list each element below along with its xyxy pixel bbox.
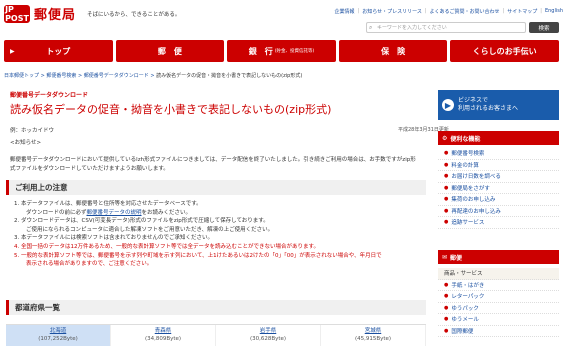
zip-data-description-link[interactable]: 郵便番号データの説明 [87, 210, 142, 216]
note-item: 1. 本データファイルは、郵便番号と住所等を対応させたデータベースです。 [14, 201, 202, 207]
sidebar-subheading-products[interactable]: 商品・サービス [438, 268, 559, 280]
top-link-english[interactable]: English [545, 8, 563, 15]
nav-item-top[interactable]: ▶ トップ [4, 40, 113, 62]
breadcrumb: 日本郵便トップ > 郵便番号検索 > 郵便番号データダウンロード > 読み仮名デ… [4, 73, 303, 79]
logo-text: 郵便局 [34, 8, 77, 23]
example-text: 例：ホッカイドウ [10, 128, 55, 134]
bullet-icon: ● [444, 207, 449, 214]
sidebar-tools-list: ● 郵便番号検索 ● 料金の計算 ● お届け日数を調べる ● 郵便局をさがす ● 集荷のお… [438, 148, 559, 229]
sidebar-item-delivery-days[interactable]: ● お届け日数を調べる [438, 171, 559, 183]
bullet-icon: ● [444, 281, 449, 288]
search-placeholder: キーワードを入力してください [377, 25, 447, 31]
business-icon: ▶ [442, 99, 454, 111]
tagline: そばにいるから、できることがある。 [87, 12, 181, 18]
nav-item-bank[interactable]: 銀 行 (貯金、投資信託等) [227, 40, 336, 62]
section-heading-prefectures: 都道府県一覧 [6, 300, 426, 315]
breadcrumb-current: 読み仮名データの促音・拗音を小書きで表記しないもの(zip形式) [156, 73, 303, 79]
bullet-icon: ● [444, 161, 449, 168]
sidebar-item-find-office[interactable]: ● 郵便局をさがす [438, 183, 559, 194]
sidebar-heading-mail: ✉ 郵便 [438, 250, 559, 264]
sidebar-item-yupack[interactable]: ● ゆうパック [438, 303, 559, 314]
nav-item-life[interactable]: くらしのお手伝い [450, 40, 559, 62]
sidebar-item-yumail[interactable]: ● ゆうメール [438, 314, 559, 326]
breadcrumb-zipsearch[interactable]: 郵便番号検索 [46, 73, 76, 79]
business-customers-banner[interactable]: ▶ ビジネスで 利用されるお客さまへ [438, 90, 559, 120]
jp-post-logo-icon: JP POST [4, 4, 30, 23]
note-item: 2. ダウンロードデータは、CSV(可変長データ)形式のファイルをzip形式で圧… [14, 218, 269, 225]
section-category: 郵便番号データダウンロード [10, 92, 89, 99]
prefecture-row: 北海道 (107,252Byte) 青森県 (34,809Byte) 岩手県 (… [6, 324, 426, 346]
sidebar-item-letterpack[interactable]: ● レターパック [438, 291, 559, 303]
bullet-icon: ● [444, 219, 449, 226]
breadcrumb-download[interactable]: 郵便番号データダウンロード [84, 73, 149, 79]
mail-icon: ✉ [442, 253, 448, 261]
note-item: ダウンロードの前に必ず郵便番号データの説明をお読みください。 [26, 209, 192, 216]
bullet-icon: ● [444, 327, 449, 334]
note-item-warning: 表示される場合がありますので、ご注意ください。 [26, 261, 153, 268]
top-links: 企業情報 | お知らせ・プレスリリース | よくあるご質問・お問い合わせ | サイトマ… [334, 8, 563, 15]
search-input[interactable]: ⌕ キーワードを入力してください [366, 22, 526, 33]
bullet-icon: ● [444, 173, 449, 180]
sidebar-mail-list: 商品・サービス ● 手紙・はがき ● レターパック ● ゆうパック ● ゆうメール ● 国… [438, 268, 559, 337]
bullet-icon: ● [444, 304, 449, 311]
top-link-corporate[interactable]: 企業情報 [334, 8, 354, 15]
sidebar-item-international[interactable]: ● 国際郵便 [438, 326, 559, 337]
section-heading-notes: ご利用上の注意 [6, 180, 426, 195]
note-item-warning: 4. 全国一括のデータは12万件あるため、一般的な表計算ソフト等では全データを読… [14, 243, 319, 250]
prefecture-hokkaido[interactable]: 北海道 (107,252Byte) [6, 325, 111, 346]
notice-heading: <お知らせ> [10, 140, 42, 146]
bullet-icon: ● [444, 150, 449, 157]
notes-list: 1. 本データファイルは、郵便番号と住所等を対応させたデータベースです。 ダウン… [14, 200, 434, 269]
prefecture-aomori[interactable]: 青森県 (34,809Byte) [111, 325, 216, 346]
search-button[interactable]: 検索 [529, 22, 559, 33]
bullet-icon: ● [444, 316, 449, 323]
sidebar-item-redelivery[interactable]: ● 再配達のお申し込み [438, 206, 559, 217]
arrow-right-icon: ▶ [10, 47, 15, 55]
search-icon: ⌕ [369, 24, 373, 31]
sidebar-item-letters[interactable]: ● 手紙・はがき [438, 280, 559, 291]
sidebar-item-tracking[interactable]: ● 追跡サービス [438, 217, 559, 229]
notice-text: 郵便番号データダウンロードにおいて提供しているlzh形式ファイルにつきましては、… [10, 157, 416, 172]
sidebar-item-pickup[interactable]: ● 集荷のお申し込み [438, 194, 559, 206]
top-link-news[interactable]: お知らせ・プレスリリース [362, 8, 422, 15]
sidebar-heading-tools: ⚙ 便利な機能 [438, 131, 559, 145]
nav-item-mail[interactable]: 郵 便 [115, 40, 225, 62]
bullet-icon: ● [444, 293, 449, 300]
nav-item-insurance[interactable]: 保 険 [338, 40, 448, 62]
prefecture-iwate[interactable]: 岩手県 (30,628Byte) [216, 325, 321, 346]
note-item: 3. 本データファイルには検索ソフトは含まれておりませんのでご承知ください。 [14, 235, 214, 242]
sidebar-item-fee-calc[interactable]: ● 料金の計算 [438, 160, 559, 171]
top-link-faq[interactable]: よくあるご質問・お問い合わせ [430, 8, 500, 15]
top-link-sitemap[interactable]: サイトマップ [507, 8, 537, 15]
bullet-icon: ● [444, 196, 449, 203]
note-item: ご使用になられるコンピュータに適合した解凍ソフトをご用意いただき、解凍の上ご使用… [26, 226, 274, 233]
bullet-icon: ● [444, 184, 449, 191]
logo[interactable]: JP POST 郵便局 [4, 4, 76, 23]
sidebar-item-zip-search[interactable]: ● 郵便番号検索 [438, 148, 559, 160]
breadcrumb-home[interactable]: 日本郵便トップ [4, 73, 39, 79]
gear-icon: ⚙ [442, 134, 448, 142]
prefecture-miyagi[interactable]: 宮城県 (45,915Byte) [321, 325, 426, 346]
main-nav: ▶ トップ 郵 便 銀 行 (貯金、投資信託等) 保 険 くらしのお手伝い [4, 40, 559, 62]
note-item-warning: 5. 一般的な表計算ソフト等では、郵便番号を示す列や町域を示す列において、上1け… [14, 252, 382, 259]
page-title: 読み仮名データの促音・拗音を小書きで表記しないもの(zip形式) [10, 103, 332, 116]
